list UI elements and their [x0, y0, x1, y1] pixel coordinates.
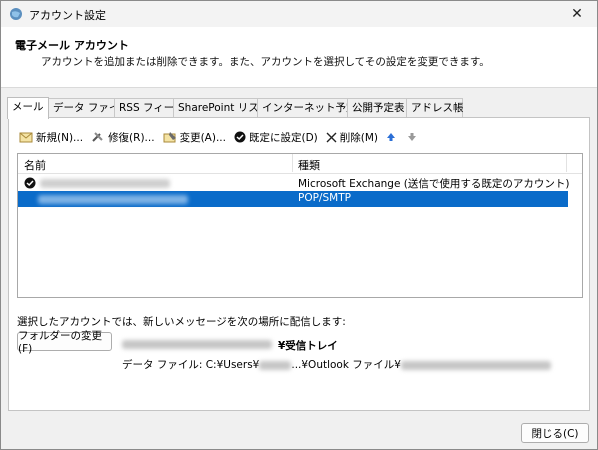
account-type: POP/SMTP	[298, 192, 351, 204]
mail-tab-panel: 新規(N)... 修復(R)... 変更(A)... 既定に設定(D) 削除(M…	[8, 117, 590, 411]
account-settings-window: アカウント設定 ✕ 電子メール アカウント アカウントを追加または削除できます。…	[0, 0, 598, 450]
arrow-up-icon	[387, 133, 396, 141]
tab-internet-calendars[interactable]: インターネット予定表	[257, 98, 367, 118]
account-toolbar: 新規(N)... 修復(R)... 変更(A)... 既定に設定(D) 削除(M…	[19, 128, 428, 146]
close-icon[interactable]: ✕	[557, 1, 597, 27]
redacted-folder-name	[122, 340, 272, 349]
set-default-button[interactable]: 既定に設定(D)	[234, 130, 318, 145]
delete-x-icon	[326, 132, 337, 142]
data-file-path: データ ファイル: C:¥Users¥ ...¥Outlook ファイル¥	[122, 357, 551, 372]
tab-rss-feeds[interactable]: RSS フィード	[114, 98, 185, 118]
change-account-button[interactable]: 変更(A)...	[163, 130, 226, 145]
column-divider	[566, 154, 567, 172]
column-header-type[interactable]: 種類	[298, 157, 320, 173]
header-subtitle: アカウントを追加または削除できます。また、アカウントを選択してその設定を変更でき…	[41, 56, 490, 68]
window-title: アカウント設定	[29, 9, 106, 22]
column-divider	[292, 154, 293, 172]
outlook-globe-icon	[10, 8, 22, 20]
tab-mail[interactable]: メール	[7, 97, 49, 119]
data-file-prefix: データ ファイル: C:¥Users¥	[122, 359, 260, 371]
set-default-label: 既定に設定(D)	[248, 131, 318, 144]
tab-published-calendars[interactable]: 公開予定表	[347, 98, 414, 118]
data-file-middle: ...¥Outlook ファイル¥	[291, 359, 401, 371]
arrow-down-icon	[408, 133, 417, 141]
account-row-exchange[interactable]: Microsoft Exchange (送信で使用する既定のアカウント)	[18, 175, 570, 191]
change-settings-icon	[163, 132, 176, 143]
repair-account-button[interactable]: 修復(R)...	[91, 130, 155, 145]
move-down-button[interactable]	[407, 132, 420, 142]
header-panel: 電子メール アカウント アカウントを追加または削除できます。また、アカウントを選…	[1, 27, 597, 88]
remove-account-label: 削除(M)	[339, 131, 379, 144]
remove-account-button[interactable]: 削除(M)	[326, 130, 378, 145]
redacted-account-name	[38, 195, 188, 204]
account-type: Microsoft Exchange (送信で使用する既定のアカウント)	[298, 178, 570, 190]
account-row-pop[interactable]: POP/SMTP	[18, 191, 568, 207]
change-account-label: 変更(A)...	[179, 131, 226, 144]
check-circle-icon	[234, 131, 246, 143]
tools-icon	[92, 132, 103, 142]
list-header: 名前 種類	[18, 154, 582, 174]
move-up-button[interactable]	[386, 132, 399, 142]
delivery-info-text: 選択したアカウントでは、新しいメッセージを次の場所に配信します:	[17, 316, 346, 328]
account-list[interactable]: 名前 種類 Microsoft Exchange (送信で使用する既定のアカウン…	[17, 153, 583, 298]
tab-data-files[interactable]: データ ファイル	[48, 98, 130, 118]
new-mail-icon	[19, 132, 33, 143]
new-account-label: 新規(N)...	[36, 131, 84, 144]
close-button[interactable]: 閉じる(C)	[521, 423, 589, 443]
tab-address-books[interactable]: アドレス帳	[406, 98, 464, 118]
title-bar: アカウント設定 ✕	[1, 1, 597, 27]
redacted-file-name	[400, 360, 551, 370]
column-header-name[interactable]: 名前	[24, 157, 46, 173]
tab-sharepoint-lists[interactable]: SharePoint リスト	[173, 98, 269, 118]
change-folder-button[interactable]: フォルダーの変更(F)	[17, 330, 112, 355]
repair-account-label: 修復(R)...	[108, 131, 155, 144]
new-account-button[interactable]: 新規(N)...	[19, 130, 83, 145]
header-title: 電子メール アカウント	[15, 39, 129, 52]
inbox-folder-label: ¥受信トレイ	[278, 340, 338, 352]
redacted-account-name	[40, 179, 170, 188]
redacted-username	[259, 360, 292, 370]
default-account-check-icon	[24, 177, 36, 189]
